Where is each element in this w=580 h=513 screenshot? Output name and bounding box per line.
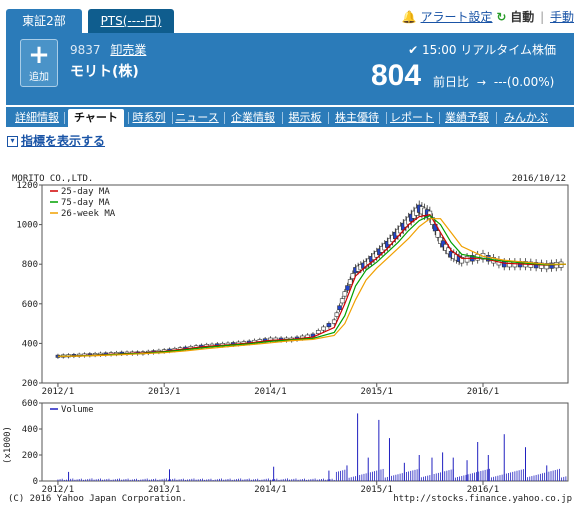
realtime-label: 15:00 リアルタイム株価 — [421, 43, 556, 57]
tab-report[interactable]: レポート — [389, 109, 435, 127]
market-tab-pts[interactable]: PTS(----円) — [88, 9, 174, 33]
price-y-tick-label: 400 — [22, 339, 38, 349]
add-button-label: 追加 — [29, 72, 49, 83]
tab-divider — [496, 112, 497, 124]
price-change: 前日比 → ---(0.00%) — [433, 73, 554, 90]
manual-refresh-link[interactable]: 手動 — [550, 10, 574, 24]
arrow-right-icon: → — [476, 76, 487, 89]
candle — [345, 285, 350, 291]
volume-y-tick-label: 0 — [33, 477, 38, 487]
change-value: ---(0.00%) — [493, 75, 555, 89]
change-label: 前日比 — [433, 75, 470, 89]
volume-y-tick-label: 600 — [22, 399, 38, 409]
stock-code-line: 9837 卸売業 — [70, 41, 146, 58]
stock-price: 804 — [371, 59, 422, 92]
tab-shareholder-benefits[interactable]: 株主優待 — [332, 109, 382, 127]
candle — [326, 323, 332, 328]
candle — [315, 330, 321, 334]
candle — [337, 305, 342, 311]
volume-x-tick-label: 2014/1 — [254, 485, 287, 495]
add-to-portfolio-button[interactable]: + 追加 — [20, 39, 58, 87]
tab-company-info[interactable]: 企業情報 — [228, 109, 278, 127]
tab-earnings-forecast[interactable]: 業績予報 — [442, 109, 492, 127]
volume-x-axis: 2012/1 2013/1 2014/1 2015/1 2016/1 — [42, 481, 499, 495]
alert-settings-link[interactable]: アラート設定 — [421, 10, 493, 24]
volume-y-axis: 0 200 400 600 — [22, 399, 42, 487]
volume-y-tick-label: 200 — [22, 451, 38, 461]
tab-divider — [172, 112, 173, 124]
bell-icon: 🔔 — [401, 10, 417, 24]
copyright-text: (C) 2016 Yahoo Japan Corporation. — [8, 494, 187, 504]
tab-divider — [64, 112, 65, 124]
tab-message-board[interactable]: 掲示板 — [286, 109, 324, 127]
volume-y-tick-label: 400 — [22, 425, 38, 435]
tab-divider — [282, 112, 283, 124]
tab-minkabu[interactable]: みんかぶ — [500, 109, 552, 127]
market-tab-tse2[interactable]: 東証2部 — [6, 9, 82, 33]
legend-label: 26-week MA — [61, 209, 116, 219]
tab-divider — [224, 112, 225, 124]
price-y-tick-label: 200 — [22, 379, 38, 389]
candle — [342, 291, 348, 297]
volume-panel: 0200400600 2012/1 2013/1 2014/1 2015/1 2016/… — [22, 399, 569, 495]
price-y-tick-label: 1000 — [16, 221, 38, 231]
candle — [501, 261, 507, 268]
chart-date: 2016/10/12 — [512, 174, 566, 184]
realtime-status: ✔ 15:00 リアルタイム株価 — [408, 41, 556, 58]
industry-link[interactable]: 卸売業 — [110, 43, 146, 57]
price-x-axis: 2012/1 2013/1 2014/1 2015/1 2016/1 — [42, 383, 500, 397]
candle — [339, 298, 345, 304]
source-url: http://stocks.finance.yahoo.co.jp — [393, 494, 572, 504]
top-links: 🔔 アラート設定 ↻ 自動 | 手動 — [402, 8, 574, 25]
tab-divider — [128, 112, 129, 124]
price-panel: 20040060080010001200 2012/1 2013/1 2014/1 2… — [16, 181, 569, 397]
tab-divider — [439, 112, 440, 124]
tab-timeseries[interactable]: 時系列 — [130, 109, 168, 127]
candle — [321, 326, 326, 331]
stock-code: 9837 — [70, 43, 101, 57]
volume-x-tick-label: 2015/1 — [360, 485, 393, 495]
candle — [334, 312, 340, 317]
tab-divider — [386, 112, 387, 124]
page-tabs: 詳細情報 チャート 時系列 ニュース 企業情報 掲示板 株主優待 レポート 業績… — [6, 107, 574, 127]
refresh-icon: ↻ — [496, 10, 507, 24]
price-x-tick-label: 2013/1 — [148, 387, 181, 397]
auto-refresh-toggle[interactable]: 自動 — [510, 10, 534, 24]
price-y-tick-label: 600 — [22, 300, 38, 310]
price-y-tick-label: 1200 — [16, 181, 38, 191]
top-links-separator: | — [540, 10, 545, 24]
price-y-tick-label: 800 — [22, 260, 38, 270]
price-x-tick-label: 2014/1 — [254, 387, 287, 397]
candle — [464, 256, 470, 263]
legend-label: 75-day MA — [61, 198, 110, 208]
price-x-tick-label: 2015/1 — [360, 387, 393, 397]
plus-icon: + — [28, 40, 50, 70]
legend-label: 25-day MA — [61, 187, 110, 197]
clock-check-icon: ✔ — [408, 43, 419, 57]
price-x-tick-label: 2012/1 — [42, 387, 75, 397]
tab-details[interactable]: 詳細情報 — [14, 109, 60, 127]
top-bar: 東証2部 PTS(----円) 🔔 アラート設定 ↻ 自動 | 手動 — [0, 0, 580, 33]
candle — [331, 319, 337, 324]
stock-header: + 追加 9837 卸売業 モリト(株) ✔ 15:00 リアルタイム株価 80… — [6, 33, 574, 105]
company-name: モリト(株) — [70, 64, 139, 80]
volume-legend-label: Volume — [61, 405, 94, 415]
price-y-axis: 200 400 600 800 1000 1200 — [16, 181, 42, 389]
candle — [435, 230, 441, 238]
tab-divider — [328, 112, 329, 124]
stock-chart: MORITO CO.,LTD. 2016/10/12 2004006008001… — [3, 174, 572, 504]
tab-chart[interactable]: チャート — [68, 109, 124, 127]
volume-unit-label: (x1000) — [3, 426, 13, 464]
tab-news[interactable]: ニュース — [174, 109, 220, 127]
candle — [347, 279, 353, 285]
price-x-tick-label: 2016/1 — [467, 387, 500, 397]
